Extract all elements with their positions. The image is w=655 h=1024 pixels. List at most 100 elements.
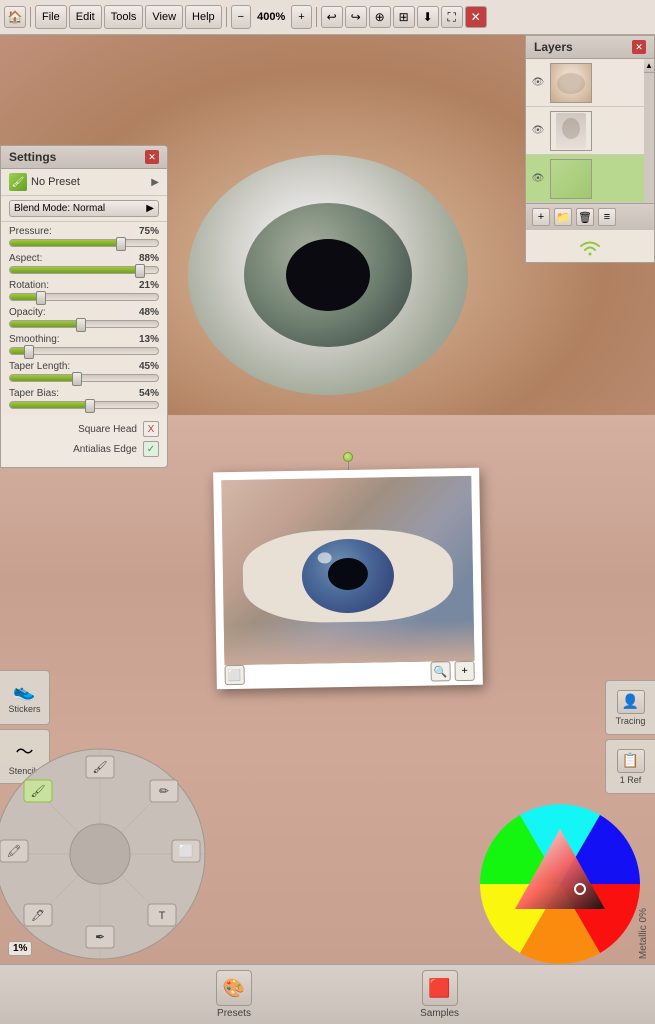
reference-container: ⬜ 🔍 + bbox=[215, 470, 481, 687]
stickers-label: Stickers bbox=[8, 704, 40, 714]
preset-label: No Preset bbox=[31, 176, 147, 188]
layer-3-visibility-icon[interactable]: 👁 bbox=[530, 171, 546, 187]
menu-view[interactable]: View bbox=[145, 5, 183, 29]
smoothing-slider[interactable] bbox=[9, 347, 159, 355]
taper-length-value: 45% bbox=[139, 361, 159, 372]
aspect-fill bbox=[10, 267, 140, 273]
svg-text:🖊: 🖊 bbox=[31, 909, 45, 922]
polaroid-frame[interactable]: ⬜ 🔍 + bbox=[213, 468, 483, 690]
rotation-slider[interactable] bbox=[9, 293, 159, 301]
stickers-btn[interactable]: 👟 Stickers bbox=[0, 670, 50, 725]
move-icon[interactable]: ⊕ bbox=[369, 6, 391, 28]
preset-row[interactable]: 🖌 No Preset ▶ bbox=[1, 169, 167, 196]
blend-mode-arrow-icon: ▶ bbox=[146, 203, 154, 214]
polaroid-bottom-right: 🔍 + bbox=[430, 661, 474, 682]
layers-panel: Layers ✕ ▲ 👁 👁 bbox=[525, 35, 655, 263]
home-icon[interactable]: 🏠 bbox=[4, 6, 26, 28]
reference-pupil bbox=[327, 557, 368, 590]
tracing-label: Tracing bbox=[616, 716, 646, 726]
layers-close-btn[interactable]: ✕ bbox=[632, 40, 646, 54]
smoothing-slider-row: Smoothing: 13% bbox=[9, 334, 159, 355]
smoothing-value: 13% bbox=[139, 334, 159, 345]
redo-icon[interactable]: ↪ bbox=[345, 6, 367, 28]
taper-length-slider[interactable] bbox=[9, 374, 159, 382]
layer-item-3[interactable]: 👁 bbox=[526, 155, 654, 203]
sliders-section: Pressure: 75% Aspect: 88% Rotation: 21 bbox=[1, 222, 167, 419]
layers-delete-btn[interactable]: 🗑 bbox=[576, 208, 594, 226]
layer-item-2[interactable]: 👁 bbox=[526, 107, 654, 155]
add-ref-icon[interactable]: + bbox=[454, 661, 474, 681]
layers-scroll-up-btn[interactable]: ▲ bbox=[644, 59, 654, 73]
layers-list: ▲ 👁 👁 👁 bbox=[526, 59, 654, 203]
taper-bias-thumb[interactable] bbox=[85, 399, 95, 413]
rotation-thumb[interactable] bbox=[36, 291, 46, 305]
zoom-plus-btn[interactable]: + bbox=[291, 5, 311, 29]
layers-menu-btn[interactable]: ≡ bbox=[598, 208, 616, 226]
crop-icon[interactable]: ⬜ bbox=[224, 665, 244, 685]
reference-iris bbox=[301, 538, 395, 614]
wifi-section bbox=[526, 230, 654, 262]
blend-mode-label: Blend Mode: Normal bbox=[14, 203, 105, 214]
zoom-level: 400% bbox=[253, 11, 289, 23]
zoom-icon[interactable]: 🔍 bbox=[430, 661, 450, 681]
layer-1-visibility-icon[interactable]: 👁 bbox=[530, 75, 546, 91]
export-icon[interactable]: ⬇ bbox=[417, 6, 439, 28]
svg-text:🖌: 🖌 bbox=[92, 760, 107, 774]
aspect-value: 88% bbox=[139, 253, 159, 264]
smoothing-thumb[interactable] bbox=[24, 345, 34, 359]
pressure-value: 75% bbox=[139, 226, 159, 237]
square-head-checkbox[interactable]: X bbox=[143, 421, 159, 437]
settings-close-btn[interactable]: ✕ bbox=[145, 150, 159, 164]
pressure-thumb[interactable] bbox=[116, 237, 126, 251]
opacity-label: Opacity: bbox=[9, 307, 46, 318]
antialias-checkbox[interactable]: ✓ bbox=[143, 441, 159, 457]
taper-bias-slider[interactable] bbox=[9, 401, 159, 409]
separator-1 bbox=[30, 7, 31, 27]
menu-tools[interactable]: Tools bbox=[104, 5, 144, 29]
rotation-slider-row: Rotation: 21% bbox=[9, 280, 159, 301]
layer-2-visibility-icon[interactable]: 👁 bbox=[530, 123, 546, 139]
tracing-btn[interactable]: 👤 Tracing bbox=[605, 680, 655, 735]
tool-wheel-svg[interactable]: 🖌 ✏ ⬜ T ✒ 🖊 🖍 🖌 bbox=[0, 744, 210, 964]
main-toolbar: 🏠 File Edit Tools View Help − 400% + ↩ ↪… bbox=[0, 0, 655, 35]
presets-bottom-btn[interactable]: 🎨 Presets bbox=[200, 966, 268, 1023]
preset-brush-icon: 🖌 bbox=[9, 173, 27, 191]
tool-wheel: 🖌 ✏ ⬜ T ✒ 🖊 🖍 🖌 bbox=[0, 744, 210, 964]
menu-file[interactable]: File bbox=[35, 5, 67, 29]
menu-edit[interactable]: Edit bbox=[69, 5, 102, 29]
ref-icon: 📋 bbox=[617, 749, 645, 773]
close-icon[interactable]: ✕ bbox=[465, 6, 487, 28]
percent-value: 1% bbox=[13, 943, 27, 954]
reference-highlight bbox=[318, 553, 332, 564]
pressure-slider[interactable] bbox=[9, 239, 159, 247]
undo-icon[interactable]: ↩ bbox=[321, 6, 343, 28]
eye-pupil-bg bbox=[286, 239, 370, 311]
opacity-thumb[interactable] bbox=[76, 318, 86, 332]
layers-footer: + 📁 🗑 ≡ bbox=[526, 203, 654, 230]
fullscreen-icon[interactable]: ⛶ bbox=[441, 6, 463, 28]
aspect-thumb[interactable] bbox=[135, 264, 145, 278]
grid-icon[interactable]: ⊞ bbox=[393, 6, 415, 28]
aspect-slider[interactable] bbox=[9, 266, 159, 274]
color-wheel-container[interactable] bbox=[475, 799, 645, 969]
opacity-slider-row: Opacity: 48% bbox=[9, 307, 159, 328]
layer-item-1[interactable]: 👁 bbox=[526, 59, 654, 107]
layers-add-btn[interactable]: + bbox=[532, 208, 550, 226]
settings-header: Settings ✕ bbox=[1, 146, 167, 169]
wifi-icon bbox=[575, 236, 605, 256]
color-wheel-svg[interactable] bbox=[475, 799, 645, 969]
right-side-panel: 👤 Tracing 📋 1 Ref bbox=[605, 680, 655, 798]
taper-length-thumb[interactable] bbox=[72, 372, 82, 386]
layers-folder-btn[interactable]: 📁 bbox=[554, 208, 572, 226]
taper-bias-fill bbox=[10, 402, 90, 408]
ref-btn[interactable]: 📋 1 Ref bbox=[605, 739, 655, 794]
antialias-row: Antialias Edge ✓ bbox=[1, 439, 167, 459]
layer-2-thumbnail bbox=[550, 111, 592, 151]
zoom-minus-btn[interactable]: − bbox=[231, 5, 251, 29]
reference-lower-lid bbox=[224, 620, 475, 665]
rotation-value: 21% bbox=[139, 280, 159, 291]
opacity-slider[interactable] bbox=[9, 320, 159, 328]
blend-mode-select[interactable]: Blend Mode: Normal ▶ bbox=[9, 200, 159, 217]
samples-bottom-btn[interactable]: 🟥 Samples bbox=[404, 966, 475, 1023]
menu-help[interactable]: Help bbox=[185, 5, 222, 29]
